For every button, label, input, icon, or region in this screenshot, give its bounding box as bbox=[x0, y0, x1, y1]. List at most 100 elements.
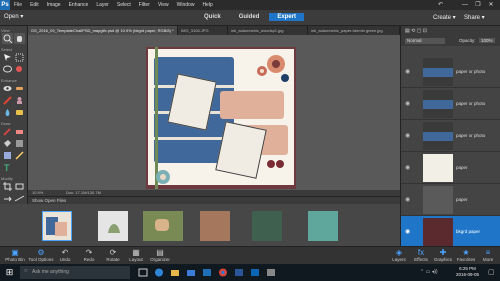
doc-tab-active[interactable]: GS_2016_09_TemplateChallPSD_mapgifx.psd … bbox=[28, 26, 178, 35]
bin-thumbnail[interactable] bbox=[98, 211, 128, 241]
pencil-tool-icon[interactable] bbox=[14, 150, 25, 161]
mode-guided[interactable]: Guided bbox=[231, 13, 268, 21]
doc-tab[interactable]: IMG_3106.JPG bbox=[178, 26, 228, 35]
favorites-button[interactable]: ★ Favorites bbox=[454, 247, 478, 262]
menu-file[interactable]: File bbox=[10, 2, 26, 8]
layer-row[interactable]: ◉ paper or photo bbox=[401, 56, 500, 88]
taskbar-search-input[interactable]: Ask me anything bbox=[20, 266, 130, 279]
graphics-button[interactable]: ✚ Graphics bbox=[432, 247, 454, 262]
photo-bin-button[interactable]: ▣ Photo Bin bbox=[2, 247, 28, 262]
zoom-tool-icon[interactable] bbox=[2, 33, 13, 44]
visibility-eye-icon[interactable]: ◉ bbox=[405, 68, 410, 75]
quick-selection-tool-icon[interactable] bbox=[14, 64, 25, 75]
shape-tool-icon[interactable] bbox=[2, 150, 13, 161]
file-explorer-icon[interactable] bbox=[170, 268, 180, 277]
layers-button[interactable]: ◈ Layers bbox=[388, 247, 410, 262]
photoshop-elements-icon[interactable] bbox=[202, 268, 212, 277]
system-tray-icons[interactable]: ⌃ ▭ ◂)) bbox=[420, 269, 438, 275]
tool-options-button[interactable]: ⚙ Tool Options bbox=[28, 247, 54, 262]
blur-tool-icon[interactable] bbox=[2, 107, 13, 118]
paint-bucket-tool-icon[interactable] bbox=[2, 138, 13, 149]
doc-tab[interactable]: ink_autumnchic_paper-hermin green.jpg bbox=[308, 26, 400, 35]
visibility-eye-icon[interactable]: ◉ bbox=[405, 100, 410, 107]
clone-stamp-tool-icon[interactable] bbox=[14, 95, 25, 106]
gradient-tool-icon[interactable] bbox=[14, 138, 25, 149]
menu-help[interactable]: Help bbox=[198, 2, 216, 8]
menu-enhance[interactable]: Enhance bbox=[65, 2, 93, 8]
eye-tool-icon[interactable] bbox=[2, 83, 13, 94]
visibility-eye-icon[interactable]: ◉ bbox=[405, 196, 410, 203]
bin-thumbnail[interactable] bbox=[252, 211, 282, 241]
layout-button[interactable]: ▦ Layout bbox=[125, 247, 147, 262]
menu-layer[interactable]: Layer bbox=[92, 2, 113, 8]
bin-thumbnail-active[interactable] bbox=[42, 211, 72, 241]
close-button[interactable]: ✕ bbox=[486, 0, 496, 10]
create-button[interactable]: Create ▾ bbox=[433, 14, 456, 21]
layer-thumbnail bbox=[423, 90, 453, 118]
chrome-icon[interactable] bbox=[218, 268, 228, 277]
recompose-tool-icon[interactable] bbox=[14, 181, 25, 192]
bin-thumbnail[interactable] bbox=[200, 211, 230, 241]
taskbar-clock[interactable]: 6:25 PM 2016-09-05 bbox=[456, 266, 479, 278]
eraser-tool-icon[interactable] bbox=[14, 126, 25, 137]
bin-thumbnail[interactable] bbox=[308, 211, 338, 241]
bin-thumbnail[interactable] bbox=[143, 211, 183, 241]
app-icon[interactable] bbox=[266, 268, 276, 277]
layer-row[interactable]: ◉ paper bbox=[401, 152, 500, 184]
text-tool-icon[interactable]: T bbox=[2, 162, 13, 174]
brush-tool-icon[interactable] bbox=[2, 126, 13, 137]
effects-button[interactable]: fx Effects bbox=[410, 247, 432, 262]
hand-tool-icon[interactable] bbox=[14, 33, 25, 44]
more-button[interactable]: ≡ More bbox=[478, 247, 498, 262]
menu-window[interactable]: Window bbox=[173, 2, 199, 8]
windows-start-icon[interactable]: ⊞ bbox=[4, 267, 15, 278]
layer-thumbnail bbox=[423, 218, 453, 246]
undo-button[interactable]: ↶ Undo bbox=[54, 247, 76, 262]
organizer-button[interactable]: ▤ Organizer bbox=[146, 247, 174, 262]
outlook-icon[interactable] bbox=[250, 268, 260, 277]
doc-tab[interactable]: ink_autumnchic_woodsp1.jpg bbox=[228, 26, 308, 35]
pink-paper-block bbox=[220, 91, 284, 119]
visibility-eye-icon[interactable]: ◉ bbox=[405, 164, 410, 171]
layer-row[interactable]: ◉ paper or photo bbox=[401, 120, 500, 152]
menu-view[interactable]: View bbox=[154, 2, 173, 8]
layer-row-selected[interactable]: ◉ bkgrd paper bbox=[401, 216, 500, 248]
store-icon[interactable] bbox=[186, 268, 196, 277]
word-icon[interactable] bbox=[234, 268, 244, 277]
lasso-tool-icon[interactable] bbox=[2, 64, 13, 75]
redo-button[interactable]: ↷ Redo bbox=[78, 247, 100, 262]
open-button[interactable]: Open ▾ bbox=[4, 13, 23, 20]
edge-browser-icon[interactable] bbox=[154, 268, 164, 277]
rotate-button[interactable]: ⟳ Rotate bbox=[102, 247, 124, 262]
menu-filter[interactable]: Filter bbox=[135, 2, 154, 8]
blend-mode-select[interactable]: Normal bbox=[405, 38, 445, 44]
canvas-area[interactable] bbox=[28, 35, 400, 194]
maximize-button[interactable]: ❐ bbox=[473, 0, 483, 10]
layer-thumbnail bbox=[423, 58, 453, 86]
straighten-tool-icon[interactable] bbox=[14, 193, 25, 204]
content-aware-move-tool-icon[interactable] bbox=[2, 193, 13, 204]
mode-quick[interactable]: Quick bbox=[196, 13, 229, 21]
sponge-tool-icon[interactable] bbox=[14, 107, 25, 118]
visibility-eye-icon[interactable]: ◉ bbox=[405, 132, 410, 139]
minimize-button[interactable]: — bbox=[460, 0, 470, 10]
layer-row[interactable]: ◉ paper or photo bbox=[401, 88, 500, 120]
menu-image[interactable]: Image bbox=[43, 2, 65, 8]
menu-select[interactable]: Select bbox=[113, 2, 135, 8]
show-open-files-dropdown[interactable]: Show Open Files bbox=[32, 198, 66, 203]
mode-expert[interactable]: Expert bbox=[269, 13, 305, 21]
visibility-eye-icon[interactable]: ◉ bbox=[405, 228, 410, 235]
crop-tool-icon[interactable] bbox=[2, 181, 13, 192]
share-button[interactable]: Share ▾ bbox=[464, 14, 485, 21]
task-view-icon[interactable] bbox=[138, 268, 148, 277]
menu-edit[interactable]: Edit bbox=[26, 2, 43, 8]
marquee-tool-icon[interactable] bbox=[14, 52, 25, 63]
move-tool-icon[interactable] bbox=[2, 52, 13, 63]
spot-healing-tool-icon[interactable] bbox=[14, 83, 25, 94]
layer-row[interactable]: ◉ paper bbox=[401, 184, 500, 216]
undo-history-icon[interactable]: ↶ bbox=[438, 1, 443, 8]
notifications-icon[interactable]: ▢ bbox=[488, 268, 495, 276]
opacity-value[interactable]: 100% bbox=[479, 38, 495, 43]
smart-brush-tool-icon[interactable] bbox=[2, 95, 13, 106]
scrapbook-page[interactable] bbox=[146, 47, 296, 189]
